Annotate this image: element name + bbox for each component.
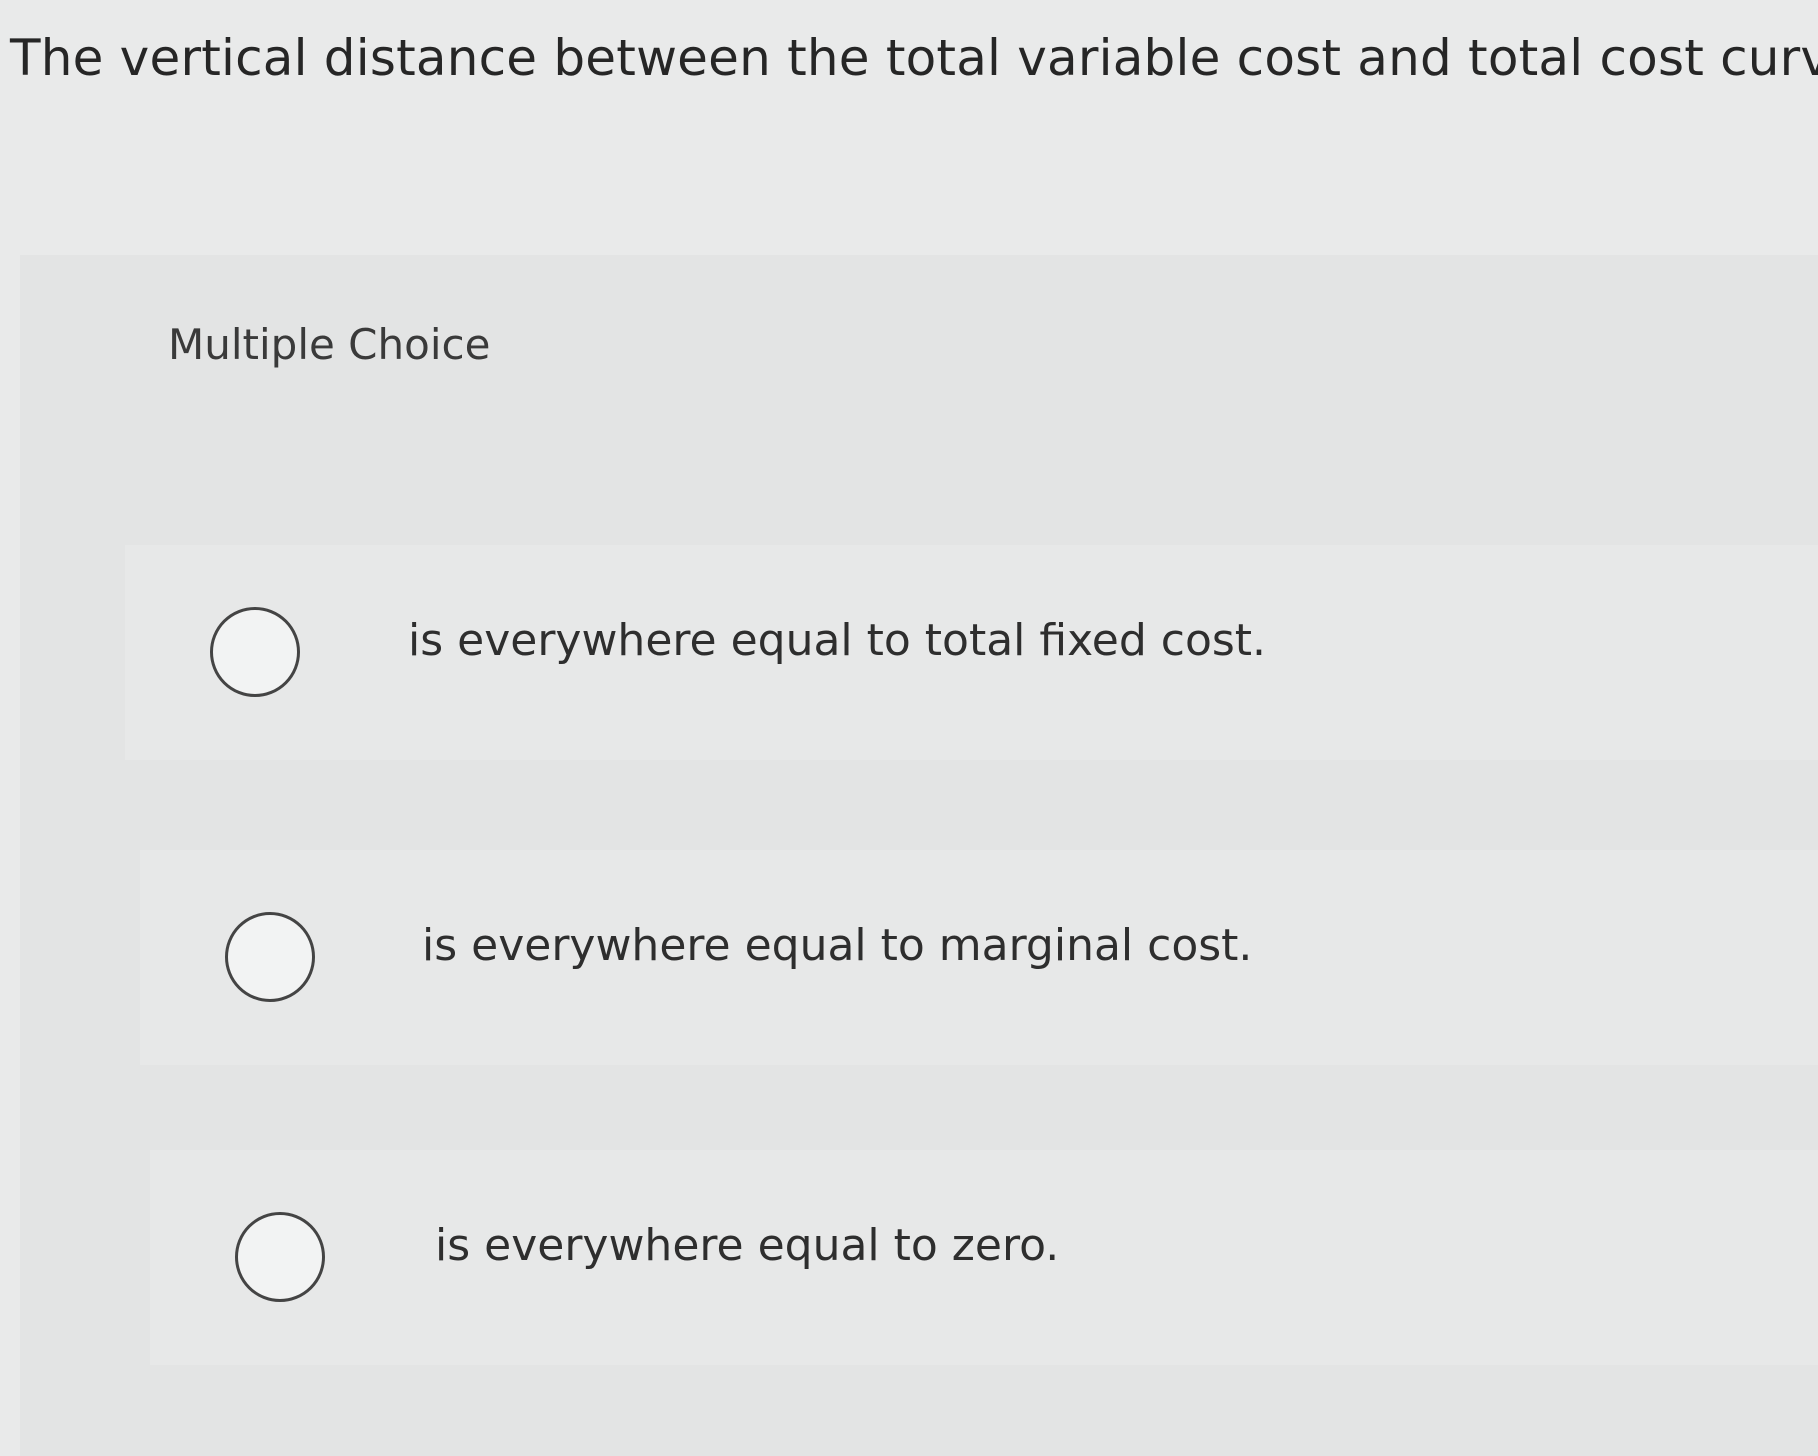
answer-option-1-label: is everywhere equal to total fixed cost. bbox=[408, 615, 1267, 666]
answer-option-1[interactable]: is everywhere equal to total fixed cost. bbox=[125, 545, 1818, 760]
answer-option-2-label: is everywhere equal to marginal cost. bbox=[422, 920, 1253, 971]
radio-button-3[interactable] bbox=[235, 1212, 325, 1302]
answer-option-2[interactable]: is everywhere equal to marginal cost. bbox=[140, 850, 1818, 1065]
radio-button-2[interactable] bbox=[225, 912, 315, 1002]
answer-option-3[interactable]: is everywhere equal to zero. bbox=[150, 1150, 1818, 1365]
radio-button-1[interactable] bbox=[210, 607, 300, 697]
multiple-choice-label: Multiple Choice bbox=[168, 320, 491, 369]
question-text: The vertical distance between the total … bbox=[10, 29, 1818, 87]
answer-option-3-label: is everywhere equal to zero. bbox=[435, 1220, 1060, 1271]
